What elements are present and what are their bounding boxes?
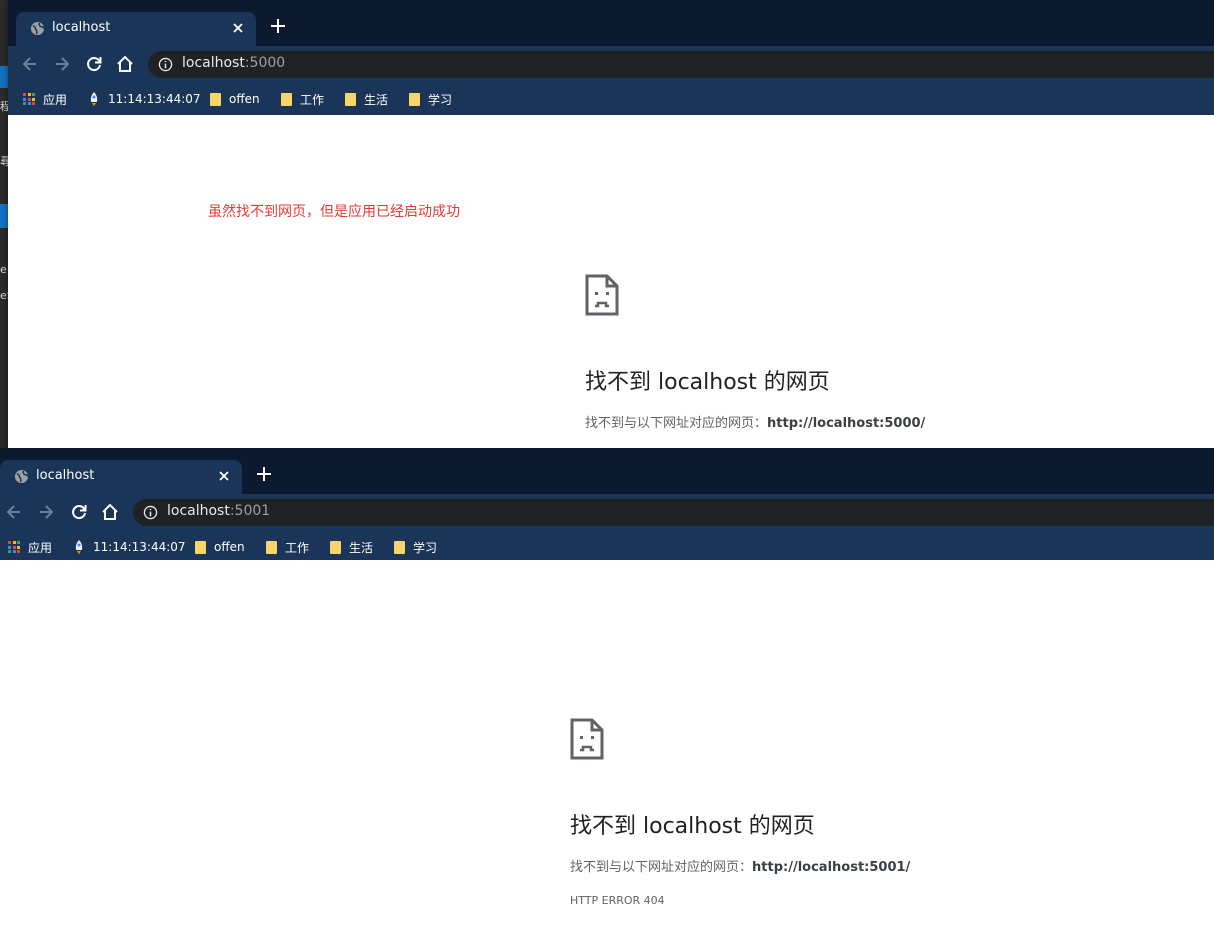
reload-icon[interactable]	[69, 502, 89, 522]
toolbar: localhost:5000	[8, 46, 1214, 82]
folder-icon	[394, 540, 405, 554]
bookmark-folder-work[interactable]: 工作	[266, 538, 309, 556]
toolbar: localhost:5001	[0, 494, 1214, 530]
tab-strip: localhost	[0, 448, 1214, 494]
error-detail: 找不到与以下网址对应的网页：http://localhost:5001/	[570, 860, 911, 875]
folder-icon	[345, 92, 356, 106]
address-bar[interactable]: localhost:5001	[133, 499, 1214, 526]
globe-icon	[14, 469, 29, 484]
bookmark-folder-offen[interactable]: offen	[210, 90, 260, 108]
new-tab-icon[interactable]	[256, 466, 272, 482]
bookmark-item[interactable]: 11:14:13:44:07	[88, 90, 201, 108]
url-text[interactable]: localhost:5001	[167, 503, 270, 519]
folder-icon	[195, 540, 206, 554]
page-content: 虽然找不到网页，但是应用已经启动成功 找不到 localhost 的网页 找不到…	[8, 115, 1214, 448]
bookmark-folder-life[interactable]: 生活	[345, 90, 388, 108]
folder-icon	[266, 540, 277, 554]
sad-page-icon	[585, 274, 619, 316]
forward-arrow-icon[interactable]	[36, 502, 56, 522]
error-title: 找不到 localhost 的网页	[570, 814, 815, 839]
home-icon[interactable]	[115, 54, 135, 74]
annotation-note: 虽然找不到网页，但是应用已经启动成功	[208, 204, 460, 220]
folder-icon	[330, 540, 341, 554]
url-text[interactable]: localhost:5000	[182, 55, 285, 71]
bookmark-folder-offen[interactable]: offen	[195, 538, 245, 556]
folder-icon	[409, 92, 420, 106]
rocket-icon	[90, 92, 98, 106]
back-arrow-icon[interactable]	[20, 54, 40, 74]
background-app-highlight	[0, 204, 8, 228]
info-icon[interactable]	[143, 505, 158, 520]
error-url: http://localhost:5001/	[752, 860, 911, 875]
forward-arrow-icon[interactable]	[52, 54, 72, 74]
browser-window-bottom: localhost localhost:5001 应用 11:14:13:44:…	[0, 448, 1214, 943]
background-app-text: eS	[0, 289, 8, 302]
apps-grid-icon	[8, 541, 20, 553]
folder-icon	[210, 92, 221, 106]
bookmark-folder-life[interactable]: 生活	[330, 538, 373, 556]
close-icon[interactable]	[215, 467, 233, 485]
back-arrow-icon[interactable]	[4, 502, 24, 522]
sad-page-icon	[570, 718, 604, 760]
background-app-text: 程	[0, 100, 8, 113]
close-icon[interactable]	[229, 19, 247, 37]
reload-icon[interactable]	[84, 54, 104, 74]
background-app-text: e	[0, 263, 7, 276]
error-code: HTTP ERROR 404	[570, 894, 665, 907]
tab-localhost[interactable]: localhost	[16, 12, 256, 46]
error-detail: 找不到与以下网址对应的网页：http://localhost:5000/	[585, 416, 926, 431]
page-content: 找不到 localhost 的网页 找不到与以下网址对应的网页：http://l…	[0, 560, 1214, 943]
bookmark-folder-work[interactable]: 工作	[281, 90, 324, 108]
info-icon[interactable]	[158, 57, 173, 72]
error-url: http://localhost:5000/	[767, 416, 926, 431]
bookmarks-bar: 应用 11:14:13:44:07 offen 工作 生活 学习	[0, 530, 1214, 560]
bookmark-apps[interactable]: 应用	[23, 90, 67, 108]
browser-window-top: localhost localhost:5000 应用 11:14:13:44:…	[8, 0, 1214, 448]
home-icon[interactable]	[100, 502, 120, 522]
globe-icon	[30, 21, 45, 36]
bookmark-folder-study[interactable]: 学习	[409, 90, 452, 108]
bookmark-item[interactable]: 11:14:13:44:07	[73, 538, 186, 556]
rocket-icon	[75, 540, 83, 554]
apps-grid-icon	[23, 93, 35, 105]
folder-icon	[281, 92, 292, 106]
tab-title: localhost	[52, 20, 111, 35]
background-app-highlight	[0, 66, 8, 88]
tab-title: localhost	[36, 468, 95, 483]
tab-strip: localhost	[8, 0, 1214, 46]
tab-localhost[interactable]: localhost	[0, 460, 242, 494]
background-app-text: 尋	[0, 155, 8, 168]
bookmarks-bar: 应用 11:14:13:44:07 offen 工作 生活 学习	[8, 82, 1214, 115]
new-tab-icon[interactable]	[270, 18, 286, 34]
error-title: 找不到 localhost 的网页	[585, 370, 830, 395]
bookmark-apps[interactable]: 应用	[8, 538, 52, 556]
address-bar[interactable]: localhost:5000	[148, 51, 1214, 78]
bookmark-folder-study[interactable]: 学习	[394, 538, 437, 556]
